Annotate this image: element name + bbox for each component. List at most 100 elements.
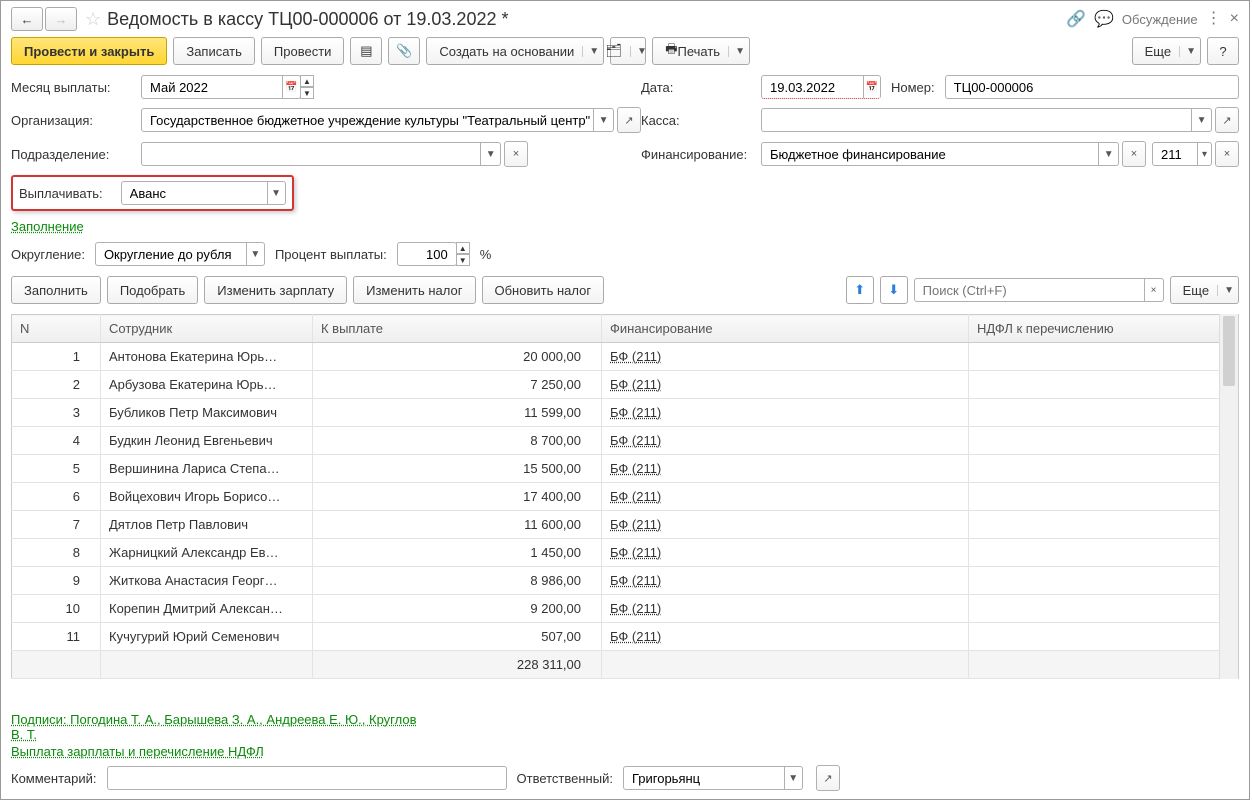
col-to-pay[interactable]: К выплате (313, 315, 602, 343)
rounding-value[interactable] (102, 246, 246, 263)
create-based-on-button[interactable]: Создать на основании▼ (426, 37, 604, 65)
fin-code-clear-button[interactable]: × (1215, 141, 1239, 167)
fill-section-link[interactable]: Заполнение (11, 219, 84, 234)
pay-type-input[interactable]: ▼ (121, 181, 286, 205)
table-pick-button[interactable]: Подобрать (107, 276, 198, 304)
responsible-open-button[interactable]: ↗ (816, 765, 840, 791)
col-ndfl[interactable]: НДФЛ к перечислению (969, 315, 1239, 343)
cash-value[interactable] (768, 112, 1191, 129)
org-open-button[interactable]: ↗ (617, 107, 641, 133)
chevron-down-icon[interactable]: ▼ (1098, 143, 1118, 165)
cell-financing[interactable]: БФ (211) (602, 483, 969, 511)
help-button[interactable]: ? (1207, 37, 1239, 65)
post-button[interactable]: Провести (261, 37, 345, 65)
calendar-icon[interactable]: 📅 (282, 76, 300, 98)
fin-code-value[interactable] (1159, 146, 1197, 163)
signatures-link[interactable]: Подписи: Погодина Т. А., Барышева З. А.,… (11, 712, 431, 742)
month-input[interactable]: 📅 (141, 75, 301, 99)
table-row[interactable]: 3Бубликов Петр Максимович11 599,00БФ (21… (12, 399, 1239, 427)
cell-financing[interactable]: БФ (211) (602, 343, 969, 371)
link-icon[interactable]: 🔗 (1066, 9, 1086, 29)
update-tax-button[interactable]: Обновить налог (482, 276, 605, 304)
table-row[interactable]: 2Арбузова Екатерина Юрь…7 250,00БФ (211) (12, 371, 1239, 399)
dept-clear-button[interactable]: × (504, 141, 528, 167)
nav-forward-button[interactable]: → (45, 7, 77, 31)
cell-financing[interactable]: БФ (211) (602, 399, 969, 427)
percent-spinner[interactable]: ▲▼ (456, 242, 470, 266)
cash-open-button[interactable]: ↗ (1215, 107, 1239, 133)
col-financing[interactable]: Финансирование (602, 315, 969, 343)
more-menu-icon[interactable]: ⋮ (1206, 12, 1222, 26)
fin-value[interactable] (768, 146, 1098, 163)
chevron-down-icon[interactable]: ▼ (267, 182, 285, 204)
fin-input[interactable]: ▼ (761, 142, 1119, 166)
action-dropdown-button[interactable]: 🗂▼ (610, 37, 646, 65)
table-row[interactable]: 1Антонова Екатерина Юрь…20 000,00БФ (211… (12, 343, 1239, 371)
cell-financing[interactable]: БФ (211) (602, 427, 969, 455)
comment-input[interactable] (107, 766, 507, 790)
dept-value[interactable] (148, 146, 480, 163)
table-search-field[interactable] (921, 282, 1144, 299)
month-value[interactable] (148, 79, 282, 96)
close-icon[interactable]: × (1230, 10, 1239, 28)
table-row[interactable]: 4Будкин Леонид Евгеньевич8 700,00БФ (211… (12, 427, 1239, 455)
move-up-button[interactable]: ⬆ (846, 276, 874, 304)
table-row[interactable]: 9Житкова Анастасия Георг…8 986,00БФ (211… (12, 567, 1239, 595)
discussion-label[interactable]: Обсуждение (1122, 12, 1198, 27)
org-input[interactable]: ▼ (141, 108, 614, 132)
col-employee[interactable]: Сотрудник (101, 315, 313, 343)
nav-back-button[interactable]: ← (11, 7, 43, 31)
table-search-input[interactable]: × (914, 278, 1164, 302)
chevron-down-icon[interactable]: ▼ (1191, 109, 1211, 131)
cell-financing[interactable]: БФ (211) (602, 371, 969, 399)
chevron-down-icon[interactable]: ▼ (246, 243, 264, 265)
payroll-ndfl-link[interactable]: Выплата зарплаты и перечисление НДФЛ (11, 744, 264, 759)
table-row[interactable]: 6Войцехович Игорь Борисо…17 400,00БФ (21… (12, 483, 1239, 511)
table-more-button[interactable]: Еще▼ (1170, 276, 1239, 304)
discussion-icon[interactable]: 💬 (1094, 9, 1114, 29)
cash-input[interactable]: ▼ (761, 108, 1212, 132)
number-value[interactable] (952, 79, 1232, 96)
table-scrollbar[interactable] (1219, 314, 1239, 679)
cell-financing[interactable]: БФ (211) (602, 539, 969, 567)
table-row[interactable]: 7Дятлов Петр Павлович11 600,00БФ (211) (12, 511, 1239, 539)
save-button[interactable]: Записать (173, 37, 255, 65)
table-row[interactable]: 10Корепин Дмитрий Алексан…9 200,00БФ (21… (12, 595, 1239, 623)
date-value[interactable] (768, 79, 863, 96)
comment-field[interactable] (114, 770, 500, 787)
change-tax-button[interactable]: Изменить налог (353, 276, 475, 304)
move-down-button[interactable]: ⬇ (880, 276, 908, 304)
post-and-close-button[interactable]: Провести и закрыть (11, 37, 167, 65)
chevron-down-icon[interactable]: ▼ (784, 767, 802, 789)
fin-code-input[interactable]: ▾ (1152, 142, 1212, 166)
chevron-down-icon[interactable]: ▼ (593, 109, 613, 131)
dept-input[interactable]: ▼ (141, 142, 501, 166)
col-n[interactable]: N (12, 315, 101, 343)
change-salary-button[interactable]: Изменить зарплату (204, 276, 347, 304)
rounding-input[interactable]: ▼ (95, 242, 265, 266)
document-structure-button[interactable]: ▤ (350, 37, 382, 65)
chevron-down-icon[interactable]: ▼ (480, 143, 500, 165)
number-input[interactable] (945, 75, 1239, 99)
cell-financing[interactable]: БФ (211) (602, 511, 969, 539)
search-clear-icon[interactable]: × (1144, 279, 1163, 301)
chevron-down-icon[interactable]: ▾ (1197, 143, 1211, 165)
fin-clear-button[interactable]: × (1122, 141, 1146, 167)
print-button[interactable]: 🖶 Печать▼ (652, 37, 750, 65)
table-fill-button[interactable]: Заполнить (11, 276, 101, 304)
responsible-value[interactable] (630, 770, 784, 787)
table-row[interactable]: 11Кучугурий Юрий Семенович507,00БФ (211) (12, 623, 1239, 651)
date-input[interactable]: 📅 (761, 75, 881, 99)
more-button[interactable]: Еще▼ (1132, 37, 1201, 65)
pay-type-value[interactable] (128, 185, 267, 202)
org-value[interactable] (148, 112, 593, 129)
favorite-star-icon[interactable]: ☆ (85, 9, 101, 30)
responsible-input[interactable]: ▼ (623, 766, 803, 790)
month-spinner[interactable]: ▲▼ (300, 75, 314, 99)
cell-financing[interactable]: БФ (211) (602, 595, 969, 623)
percent-input[interactable] (397, 242, 457, 266)
cell-financing[interactable]: БФ (211) (602, 567, 969, 595)
table-row[interactable]: 5Вершинина Лариса Степа…15 500,00БФ (211… (12, 455, 1239, 483)
calendar-icon[interactable]: 📅 (863, 76, 880, 98)
employee-table[interactable]: N Сотрудник К выплате Финансирование НДФ… (11, 314, 1239, 679)
